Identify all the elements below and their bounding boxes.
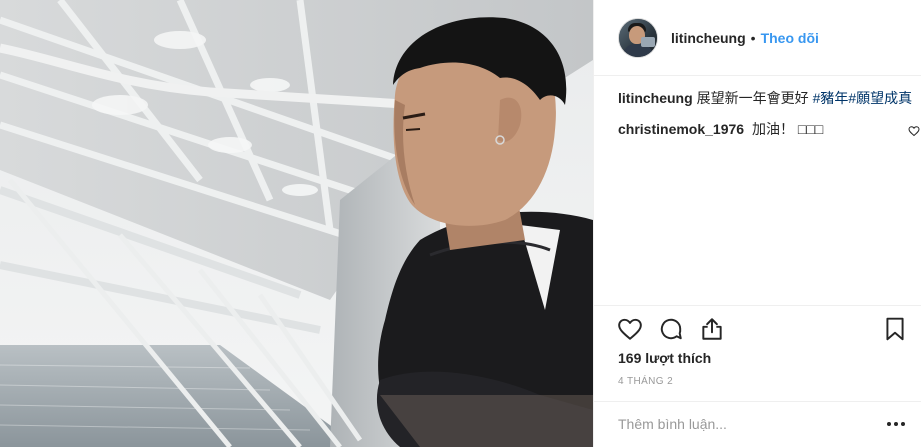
- add-comment-bar: [594, 401, 921, 447]
- photo-image: [0, 0, 593, 447]
- profile-avatar[interactable]: [618, 17, 658, 58]
- header-separator: •: [750, 29, 756, 46]
- more-options-icon[interactable]: [884, 414, 908, 434]
- post-header: litincheung • Theo dõi: [594, 0, 921, 76]
- share-icon[interactable]: [699, 316, 725, 342]
- likes-count[interactable]: 169 lượt thích: [618, 350, 711, 366]
- header-username[interactable]: litincheung: [671, 30, 746, 46]
- post-side-panel: litincheung • Theo dõi litincheung 展望新一年會…: [593, 0, 921, 447]
- caption-text: 展望新一年會更好: [696, 90, 813, 106]
- comments-list: litincheung 展望新一年會更好 #豬年#願望成真 christinemo…: [618, 89, 920, 141]
- caption-username[interactable]: litincheung: [618, 90, 693, 106]
- comment-like-heart-icon[interactable]: [908, 123, 920, 141]
- post-actions: 169 lượt thích 4 THÁNG 2: [594, 305, 921, 447]
- bookmark-icon[interactable]: [882, 316, 908, 342]
- add-comment-input[interactable]: [618, 412, 858, 436]
- follow-button[interactable]: Theo dõi: [761, 30, 819, 46]
- heart-icon[interactable]: [617, 316, 643, 342]
- caption-hashtags[interactable]: #豬年#願望成真: [813, 90, 913, 106]
- comment-item: christinemok_1976 加油！ □□□: [618, 120, 920, 141]
- comment-username[interactable]: christinemok_1976: [618, 121, 744, 137]
- post-photo[interactable]: [0, 0, 593, 447]
- post-date[interactable]: 4 THÁNG 2: [618, 376, 673, 387]
- caption: litincheung 展望新一年會更好 #豬年#願望成真: [618, 89, 918, 107]
- comment-text: 加油！ □□□: [751, 121, 824, 137]
- comment-bubble-icon[interactable]: [658, 316, 684, 342]
